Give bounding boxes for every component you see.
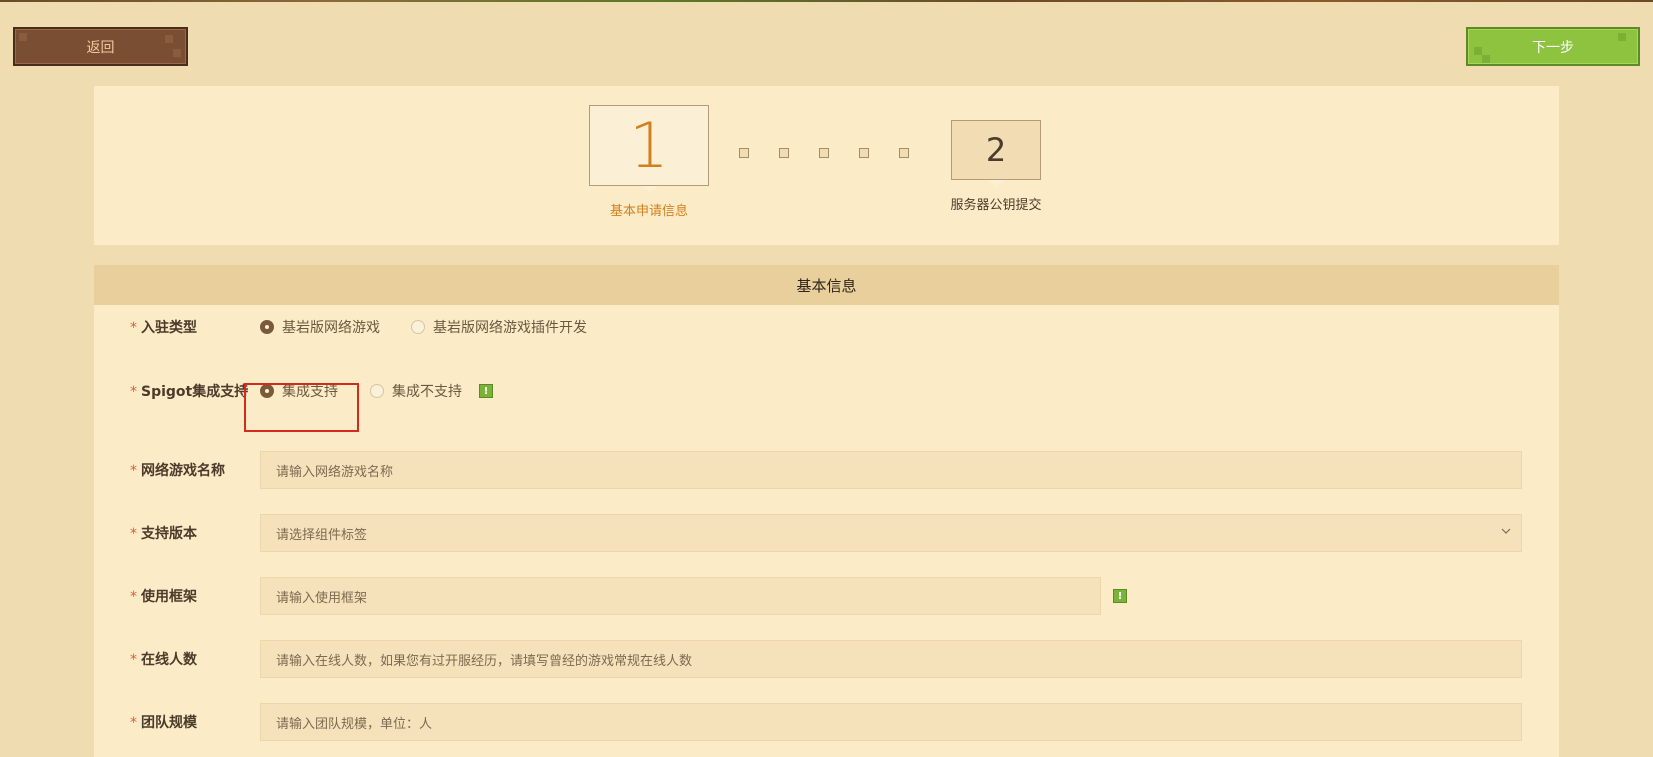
chevron-down-icon [1501, 528, 1511, 534]
required-mark: * [130, 463, 137, 479]
step-number: 2 [985, 131, 1007, 169]
info-hint-icon[interactable]: ! [479, 384, 493, 398]
online-count-label-text: 在线人数 [141, 652, 197, 668]
radio-bedrock-plugin-dev[interactable]: 基岩版网络游戏插件开发 [411, 317, 587, 337]
entry-type-label: * 入驻类型 [130, 317, 197, 337]
spigot-label: * Spigot集成支持 [130, 381, 248, 401]
team-size-label-text: 团队规模 [141, 715, 197, 731]
pixel-decoration [1482, 55, 1490, 63]
framework-label-text: 使用框架 [141, 589, 197, 605]
step-progress-dots [739, 148, 909, 158]
required-mark: * [130, 384, 137, 400]
required-mark: * [130, 526, 137, 542]
version-select[interactable]: 请选择组件标签 [260, 514, 1522, 552]
entry-type-label-text: 入驻类型 [141, 320, 197, 336]
required-mark: * [130, 320, 137, 336]
framework-row: * 使用框架 请输入使用框架 ! [94, 576, 1559, 616]
game-name-row: * 网络游戏名称 请输入网络游戏名称 [94, 450, 1559, 490]
entry-type-row: * 入驻类型 基岩版网络游戏 基岩版网络游戏插件开发 [94, 307, 1559, 347]
game-name-input[interactable]: 请输入网络游戏名称 [260, 451, 1522, 489]
highlight-annotation-box [244, 383, 359, 432]
version-label-text: 支持版本 [141, 526, 197, 542]
step-label: 服务器公钥提交 [950, 198, 1042, 213]
radio-unchecked-icon [370, 384, 384, 398]
step-public-key: 2 服务器公钥提交 [950, 120, 1042, 213]
spigot-label-text: Spigot集成支持 [141, 384, 249, 400]
radio-label: 集成不支持 [392, 384, 462, 400]
game-name-label-text: 网络游戏名称 [141, 463, 225, 479]
online-count-label: * 在线人数 [130, 649, 197, 669]
back-button-label: 返回 [86, 39, 115, 56]
progress-dot [899, 148, 909, 158]
steps-panel: 1 基本申请信息 2 服务器公钥提交 [94, 86, 1559, 245]
framework-label: * 使用框架 [130, 586, 197, 606]
pixel-decoration [173, 49, 181, 57]
step-number-box: 2 [951, 120, 1041, 180]
step-number-box: 1 [589, 105, 709, 186]
team-size-label: * 团队规模 [130, 712, 197, 732]
pixel-decoration [1618, 33, 1626, 41]
team-size-row: * 团队规模 请输入团队规模，单位：人 [94, 702, 1559, 742]
version-row: * 支持版本 请选择组件标签 [94, 513, 1559, 553]
game-name-label: * 网络游戏名称 [130, 460, 225, 480]
pixel-decoration [19, 33, 27, 41]
framework-input[interactable]: 请输入使用框架 [260, 577, 1101, 615]
team-size-input[interactable]: 请输入团队规模，单位：人 [260, 703, 1522, 741]
progress-dot [819, 148, 829, 158]
version-select-placeholder: 请选择组件标签 [276, 527, 368, 543]
step-label: 基本申请信息 [609, 204, 688, 219]
online-count-row: * 在线人数 请输入在线人数，如果您有过开服经历，请填写曾经的游戏常规在线人数 [94, 639, 1559, 679]
progress-dot [859, 148, 869, 158]
required-mark: * [130, 652, 137, 668]
basic-info-form: 基本信息 * 入驻类型 基岩版网络游戏 基岩版网络游戏插件开发 * Spigot集成… [94, 265, 1559, 757]
next-step-button[interactable]: 下一步 [1466, 27, 1640, 66]
step-number: 1 [629, 109, 669, 182]
online-count-input[interactable]: 请输入在线人数，如果您有过开服经历，请填写曾经的游戏常规在线人数 [260, 640, 1522, 678]
back-button[interactable]: 返回 [13, 27, 188, 66]
info-hint-icon[interactable]: ! [1113, 589, 1127, 603]
pixel-decoration [1474, 47, 1482, 55]
pixel-decoration [165, 35, 173, 43]
required-mark: * [130, 715, 137, 731]
top-decorative-strip [0, 0, 1653, 2]
next-step-button-label: 下一步 [1532, 39, 1574, 56]
radio-bedrock-game[interactable]: 基岩版网络游戏 [260, 317, 380, 337]
progress-dot [739, 148, 749, 158]
radio-unchecked-icon [411, 320, 425, 334]
radio-label: 基岩版网络游戏 [282, 320, 380, 336]
radio-checked-icon [260, 320, 274, 334]
progress-dot [779, 148, 789, 158]
section-title: 基本信息 [94, 265, 1559, 305]
radio-label: 基岩版网络游戏插件开发 [433, 320, 587, 336]
version-label: * 支持版本 [130, 523, 197, 543]
radio-spigot-unsupported[interactable]: 集成不支持 [370, 381, 462, 401]
step-basic-info: 1 基本申请信息 [589, 105, 709, 219]
required-mark: * [130, 589, 137, 605]
